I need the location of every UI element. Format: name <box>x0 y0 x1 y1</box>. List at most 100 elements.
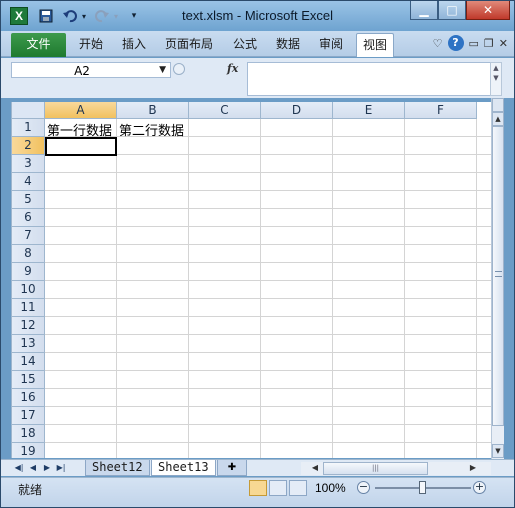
minimize-ribbon-icon[interactable]: ♡ <box>433 37 443 50</box>
zoom-slider[interactable] <box>375 481 471 494</box>
sheet-tab-sheet12[interactable]: Sheet12 <box>85 460 150 476</box>
workbook-close-icon[interactable]: ✕ <box>499 37 508 50</box>
row-header-4[interactable]: 4 <box>12 173 45 191</box>
page-layout-view-icon[interactable] <box>269 480 287 496</box>
row-header-6[interactable]: 6 <box>12 209 45 227</box>
horizontal-scroll-thumb[interactable]: ||| <box>323 462 428 475</box>
gridline <box>45 262 491 263</box>
gridline <box>45 280 491 281</box>
gridline <box>404 119 405 458</box>
split-handle-icon[interactable] <box>492 98 504 112</box>
tab-home[interactable]: 开始 <box>73 33 109 57</box>
row-header-19[interactable]: 19 <box>12 443 45 458</box>
minimize-button[interactable]: ▁ <box>410 1 438 20</box>
tab-review[interactable]: 审阅 <box>313 33 349 57</box>
column-header-c[interactable]: C <box>189 102 261 119</box>
column-header-a[interactable]: A <box>45 102 117 119</box>
column-header-e[interactable]: E <box>333 102 405 119</box>
insert-sheet-icon[interactable]: ✚ <box>217 460 247 476</box>
row-header-2[interactable]: 2 <box>12 137 45 155</box>
chevron-down-icon[interactable]: ▼ <box>159 63 166 77</box>
row-header-14[interactable]: 14 <box>12 353 45 371</box>
ribbon-controls: ♡ ? ▭ ❐ ✕ <box>433 35 508 51</box>
last-sheet-icon[interactable]: ▶| <box>55 462 67 474</box>
row-header-13[interactable]: 13 <box>12 335 45 353</box>
tab-page-layout[interactable]: 页面布局 <box>159 33 219 57</box>
gridline <box>45 370 491 371</box>
row-header-17[interactable]: 17 <box>12 407 45 425</box>
ribbon-tab-bar: 文件 开始 插入 页面布局 公式 数据 审阅 视图 ♡ ? ▭ ❐ ✕ <box>1 31 514 57</box>
expand-icon[interactable] <box>173 63 185 75</box>
row-header-9[interactable]: 9 <box>12 263 45 281</box>
name-box-value: A2 <box>74 64 90 78</box>
row-header-18[interactable]: 18 <box>12 425 45 443</box>
normal-view-icon[interactable] <box>249 480 267 496</box>
column-header-d[interactable]: D <box>261 102 333 119</box>
workbook-restore-icon[interactable]: ❐ <box>484 37 494 50</box>
row-header-10[interactable]: 10 <box>12 281 45 299</box>
gridline <box>45 406 491 407</box>
row-header-8[interactable]: 8 <box>12 245 45 263</box>
redo-icon[interactable] <box>93 7 111 25</box>
name-box[interactable]: A2 ▼ <box>11 62 171 78</box>
workbook-minimize-icon[interactable]: ▭ <box>469 37 479 50</box>
status-bar: 就绪 100% − + <box>1 477 514 507</box>
worksheet-grid[interactable]: A B C D E F 1 2 3 4 5 6 7 8 9 10 11 12 13 14 15 16 17 18 19 第一行数据… <box>11 102 491 458</box>
status-text: 就绪 <box>18 483 43 497</box>
row-header-16[interactable]: 16 <box>12 389 45 407</box>
tab-data[interactable]: 数据 <box>270 33 306 57</box>
tab-insert[interactable]: 插入 <box>116 33 152 57</box>
next-sheet-icon[interactable]: ▶ <box>41 462 53 474</box>
maximize-button[interactable]: □ <box>438 1 466 20</box>
grip-icon <box>495 271 502 277</box>
row-header-11[interactable]: 11 <box>12 299 45 317</box>
close-button[interactable]: ✕ <box>466 1 510 20</box>
gridline <box>45 388 491 389</box>
view-buttons <box>249 480 307 496</box>
row-header-5[interactable]: 5 <box>12 191 45 209</box>
save-icon[interactable] <box>37 7 55 25</box>
scroll-right-icon[interactable]: ▶ <box>467 462 479 475</box>
first-sheet-icon[interactable]: ◀| <box>13 462 25 474</box>
vertical-scroll-thumb[interactable] <box>492 126 504 426</box>
insert-function-button[interactable]: fx <box>227 62 238 75</box>
row-header-7[interactable]: 7 <box>12 227 45 245</box>
column-header-f[interactable]: F <box>405 102 477 119</box>
row-header-1[interactable]: 1 <box>12 119 45 137</box>
zoom-slider-thumb[interactable] <box>419 481 426 494</box>
cell-b1[interactable]: 第二行数据 <box>119 120 184 139</box>
customize-qat-icon[interactable]: ▾ <box>125 7 143 25</box>
formula-bar-scroll[interactable]: ▲ ▼ <box>490 62 502 96</box>
scroll-down-icon[interactable]: ▼ <box>492 444 504 458</box>
gridline <box>45 244 491 245</box>
excel-app-icon[interactable]: X <box>10 7 28 25</box>
formula-controls: fx <box>171 62 247 78</box>
row-header-12[interactable]: 12 <box>12 317 45 335</box>
formula-input[interactable] <box>247 62 491 96</box>
row-header-3[interactable]: 3 <box>12 155 45 173</box>
sheet-tab-sheet13[interactable]: Sheet13 <box>151 460 216 476</box>
gridline <box>260 119 261 458</box>
vertical-scrollbar[interactable]: ▲ ▼ <box>491 98 504 459</box>
scroll-left-icon[interactable]: ◀ <box>309 462 321 475</box>
zoom-level[interactable]: 100% <box>315 481 346 495</box>
zoom-out-icon[interactable]: − <box>357 481 370 494</box>
scroll-up-icon[interactable]: ▲ <box>492 112 504 126</box>
help-icon[interactable]: ? <box>447 35 464 51</box>
select-all-corner[interactable] <box>12 102 45 119</box>
redo-dropdown-icon[interactable]: ▾ <box>111 7 121 25</box>
column-header-b[interactable]: B <box>117 102 189 119</box>
page-break-view-icon[interactable] <box>289 480 307 496</box>
undo-icon[interactable] <box>61 7 79 25</box>
tab-file[interactable]: 文件 <box>11 33 66 57</box>
row-header-15[interactable]: 15 <box>12 371 45 389</box>
title-bar: X ▾ ▾ ▾ text.xlsm - Microsoft Excel ▁ □ … <box>1 1 514 31</box>
tab-view[interactable]: 视图 <box>356 33 395 57</box>
gridline <box>45 190 491 191</box>
prev-sheet-icon[interactable]: ◀ <box>27 462 39 474</box>
zoom-in-icon[interactable]: + <box>473 481 486 494</box>
undo-dropdown-icon[interactable]: ▾ <box>79 7 89 25</box>
gridline <box>45 334 491 335</box>
horizontal-scrollbar[interactable]: ◀ ||| ▶ <box>301 462 491 475</box>
tab-formulas[interactable]: 公式 <box>227 33 263 57</box>
